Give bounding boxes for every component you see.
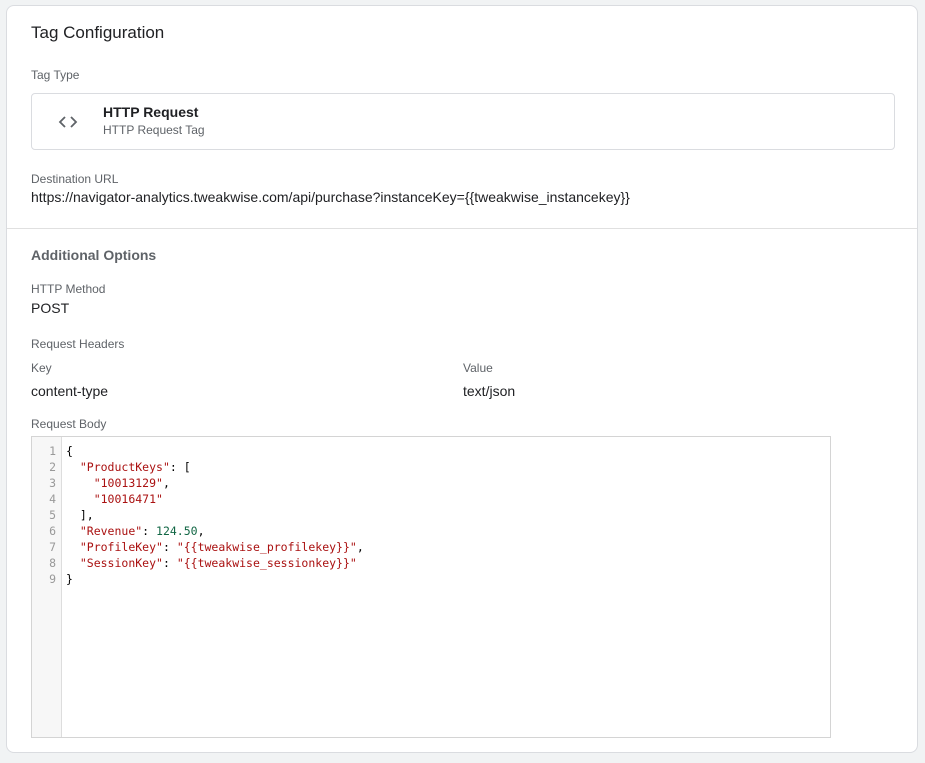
code-content[interactable]: { "ProductKeys": [ "10013129", "10016471… — [66, 443, 830, 587]
code-token: : [ — [169, 460, 191, 474]
code-token: ], — [66, 508, 94, 522]
line-number: 5 — [49, 508, 56, 522]
code-token: , — [197, 524, 205, 538]
code-line: "SessionKey": "{{tweakwise_sessionkey}}" — [66, 555, 830, 571]
line-number: 1 — [49, 444, 56, 458]
line-number: 9 — [49, 572, 56, 586]
code-line: } — [66, 571, 830, 587]
code-token: "10016471" — [93, 492, 163, 506]
additional-options-title: Additional Options — [31, 247, 157, 263]
code-line: "ProfileKey": "{{tweakwise_profilekey}}"… — [66, 539, 830, 555]
code-token: : — [142, 524, 157, 538]
code-token: "SessionKey" — [79, 556, 163, 570]
code-line: "10016471" — [66, 491, 830, 507]
code-token: 124.50 — [156, 524, 198, 538]
request-body-editor[interactable]: 1 2 3 4 5 6 7 8 9 { "ProductKeys": [ "10013129",… — [31, 436, 831, 738]
destination-url-label: Destination URL — [31, 172, 119, 186]
code-line: ], — [66, 507, 830, 523]
code-token: , — [162, 476, 170, 490]
code-token: "ProfileKey" — [79, 540, 163, 554]
code-line: "Revenue": 124.50, — [66, 523, 830, 539]
header-key-column-label: Key — [31, 361, 52, 375]
http-method-label: HTTP Method — [31, 282, 106, 296]
line-number: 4 — [49, 492, 56, 506]
line-number: 3 — [49, 476, 56, 490]
request-body-label: Request Body — [31, 417, 107, 431]
code-line: "ProductKeys": [ — [66, 459, 830, 475]
code-token: { — [66, 444, 73, 458]
code-line: { — [66, 443, 830, 459]
code-token: "10013129" — [93, 476, 163, 490]
line-number: 2 — [49, 460, 56, 474]
line-number: 6 — [49, 524, 56, 538]
tag-type-selector[interactable]: HTTP Request HTTP Request Tag — [31, 93, 895, 150]
header-value-value: text/json — [463, 383, 516, 399]
code-token: , — [356, 540, 364, 554]
line-number-gutter: 1 2 3 4 5 6 7 8 9 — [32, 437, 62, 737]
tag-type-name: HTTP Request — [103, 104, 199, 120]
request-headers-label: Request Headers — [31, 337, 125, 351]
tag-type-label: Tag Type — [31, 68, 80, 82]
code-line: "10013129", — [66, 475, 830, 491]
card-title: Tag Configuration — [31, 23, 165, 42]
code-token: } — [66, 572, 73, 586]
header-value-column-label: Value — [463, 361, 493, 375]
code-token: "Revenue" — [79, 524, 143, 538]
tag-configuration-card: Tag Configuration Tag Type HTTP Request … — [6, 5, 918, 753]
code-token: "{{tweakwise_sessionkey}}" — [176, 556, 357, 570]
header-key-value: content-type — [31, 383, 109, 399]
line-number: 8 — [49, 556, 56, 570]
code-token: "{{tweakwise_profilekey}}" — [176, 540, 357, 554]
http-method-value: POST — [31, 300, 70, 316]
tag-type-subtitle: HTTP Request Tag — [103, 123, 205, 137]
code-token: : — [162, 556, 177, 570]
line-number: 7 — [49, 540, 56, 554]
code-brackets-icon — [56, 110, 80, 134]
code-token: : — [162, 540, 177, 554]
destination-url-value: https://navigator-analytics.tweakwise.co… — [31, 189, 630, 205]
code-token: "ProductKeys" — [79, 460, 170, 474]
section-divider — [7, 228, 917, 229]
